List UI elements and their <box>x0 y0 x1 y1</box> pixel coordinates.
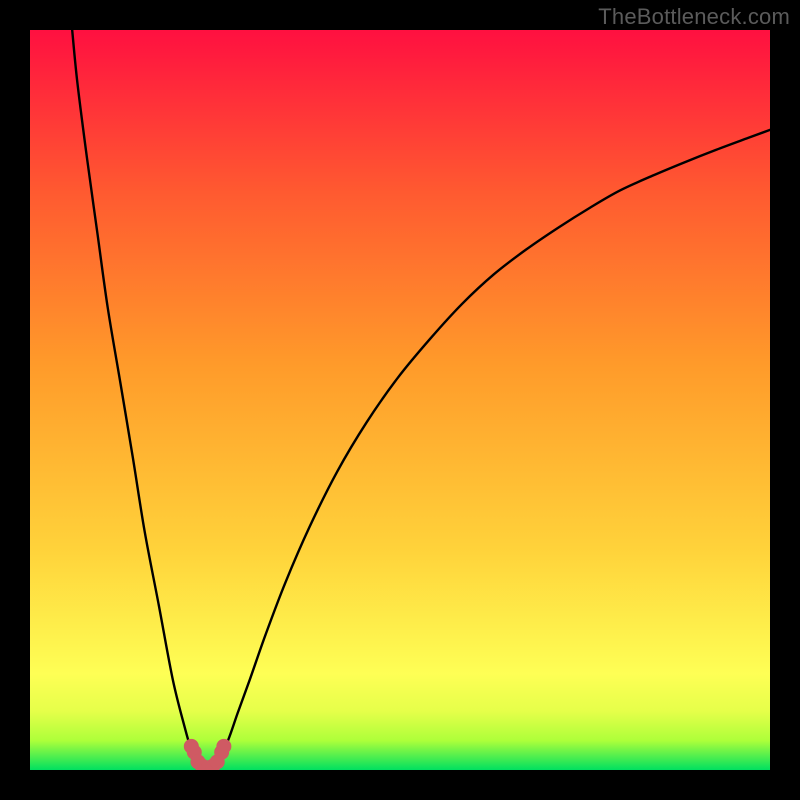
plot-svg <box>30 30 770 770</box>
valley-marker <box>216 739 231 754</box>
watermark-text: TheBottleneck.com <box>598 4 790 30</box>
chart-frame: TheBottleneck.com <box>0 0 800 800</box>
gradient-background <box>30 30 770 770</box>
bottleneck-plot <box>30 30 770 770</box>
